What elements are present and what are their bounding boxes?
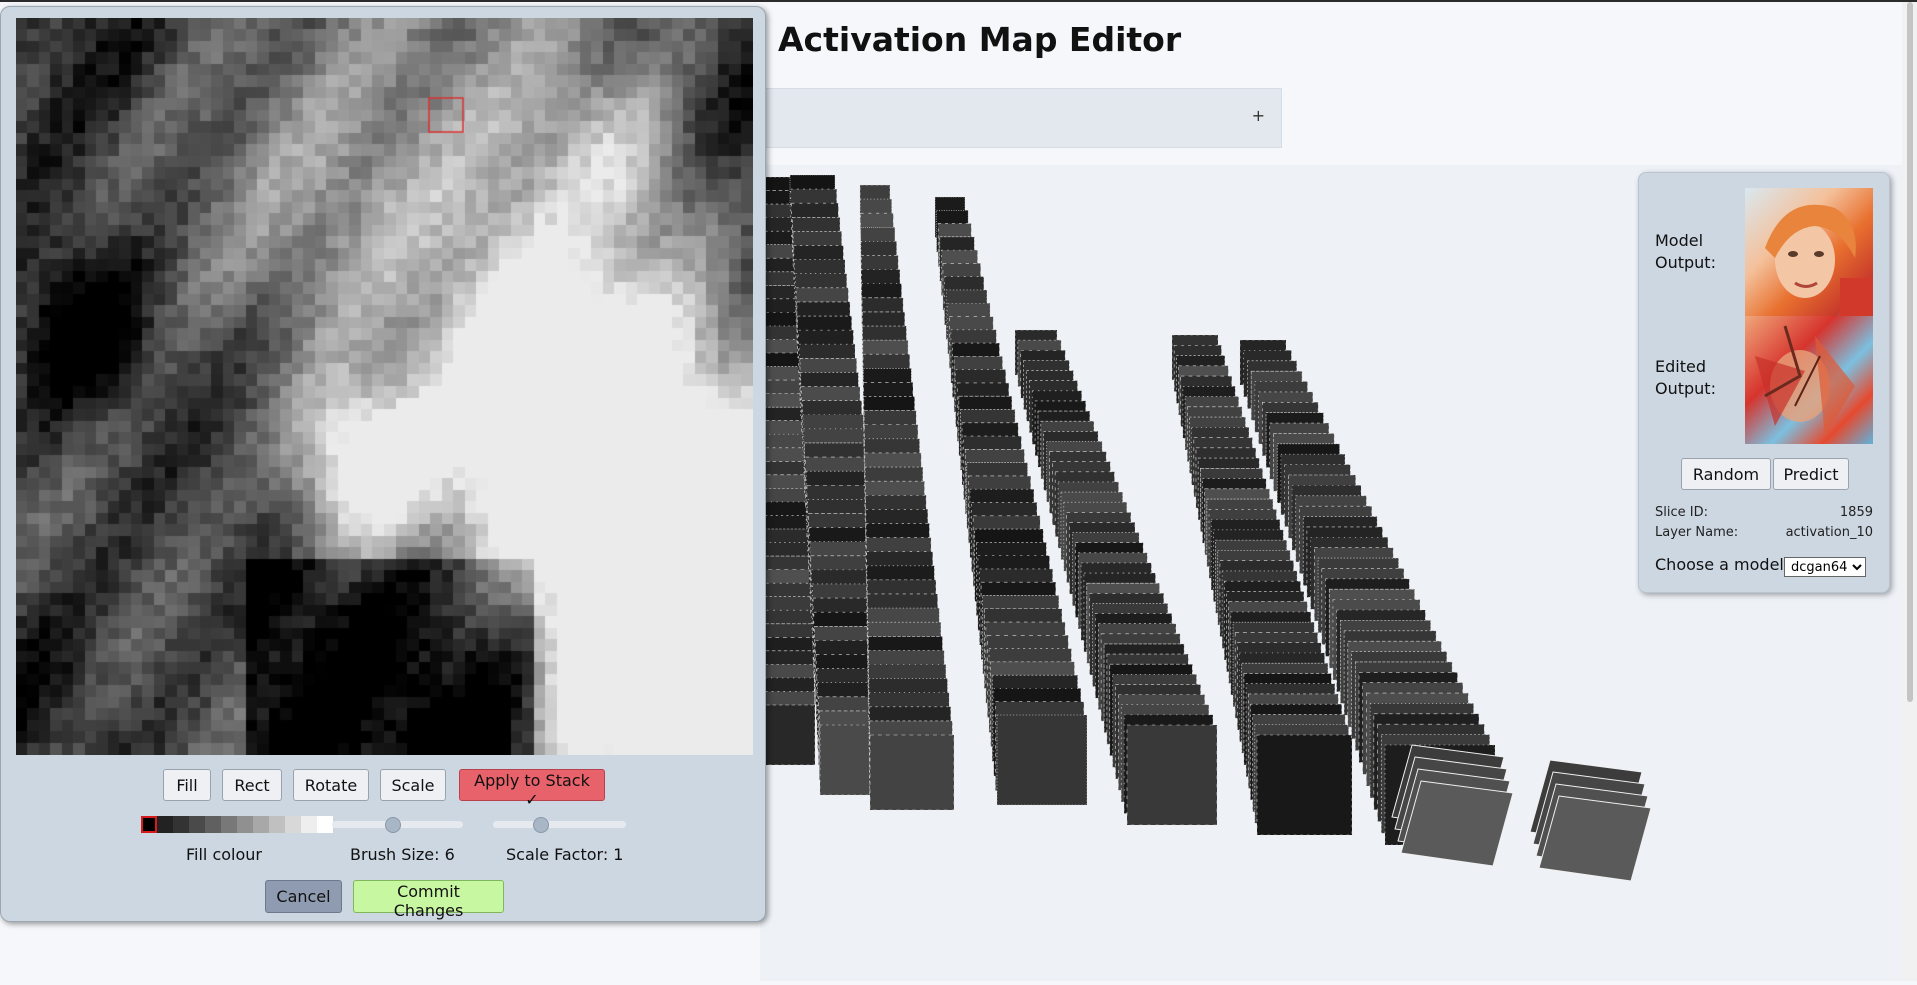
activation-stack-6 (1256, 734, 1353, 836)
slice-id-value: 1859 (1839, 505, 1873, 520)
activation-stack-1 (759, 704, 816, 766)
rotate-tool-button[interactable]: Rotate (293, 769, 369, 801)
top-toolbar: + (760, 88, 1282, 148)
layer-name-row: Layer Name: activation_10 (1655, 525, 1873, 540)
activation-slice-canvas[interactable] (16, 18, 753, 755)
layer-name-value: activation_10 (1785, 525, 1873, 540)
palette-swatch[interactable] (317, 816, 333, 833)
brush-size-knob[interactable] (385, 817, 401, 833)
slice-editor-dialog: Fill Rect Rotate Scale Apply to Stack ✓ … (0, 6, 766, 922)
edited-output-label: Edited Output: (1655, 357, 1716, 398)
scale-factor-slider[interactable] (493, 817, 626, 833)
palette-swatch[interactable] (173, 816, 189, 833)
choose-model-label: Choose a model: (1655, 555, 1790, 574)
palette-swatch[interactable] (285, 816, 301, 833)
slice-id-row: Slice ID: 1859 (1655, 505, 1873, 520)
brush-size-slider[interactable] (332, 817, 463, 833)
activation-stack-4 (996, 714, 1088, 806)
info-panel: Model Output: Edited Output: Random Pred… (1638, 172, 1890, 593)
brush-size-label: Brush Size: 6 (350, 845, 455, 864)
apply-to-stack-button[interactable]: Apply to Stack ✓ (459, 769, 605, 809)
activation-plate-stack-2 (1538, 795, 1652, 882)
edited-output-portrait (1755, 325, 1855, 436)
palette-swatch[interactable] (141, 816, 157, 833)
activation-stack-3 (869, 734, 955, 811)
scale-factor-label: Scale Factor: 1 (506, 845, 624, 864)
edited-output-image (1745, 316, 1873, 444)
window-top-border (0, 0, 1917, 2)
activation-plate-stack-1 (1400, 780, 1514, 867)
model-output-label: Model Output: (1655, 231, 1716, 272)
palette-swatch[interactable] (221, 816, 237, 833)
model-output-image (1745, 188, 1873, 316)
palette-swatch[interactable] (301, 816, 317, 833)
fill-colour-palette[interactable] (141, 816, 333, 833)
palette-swatch[interactable] (189, 816, 205, 833)
rect-tool-button[interactable]: Rect (222, 769, 282, 801)
palette-swatch[interactable] (205, 816, 221, 833)
slice-id-label: Slice ID: (1655, 505, 1708, 520)
predict-button[interactable]: Predict (1773, 458, 1849, 490)
palette-swatch[interactable] (269, 816, 285, 833)
fill-colour-label: Fill colour (186, 845, 262, 864)
palette-swatch[interactable] (237, 816, 253, 833)
page-scrollbar[interactable] (1902, 2, 1917, 981)
commit-changes-button[interactable]: Commit Changes (353, 880, 504, 920)
palette-swatch[interactable] (157, 816, 173, 833)
cancel-button[interactable]: Cancel (265, 880, 342, 913)
layer-name-label: Layer Name: (1655, 525, 1739, 540)
activation-stack-5 (1126, 724, 1218, 826)
model-output-portrait (1765, 204, 1873, 316)
random-button[interactable]: Random (1681, 458, 1771, 490)
model-select[interactable]: dcgan64 (1784, 557, 1866, 577)
palette-swatch[interactable] (253, 816, 269, 833)
plus-icon[interactable]: + (1252, 106, 1265, 125)
scale-tool-button[interactable]: Scale (380, 769, 446, 801)
scrollbar-thumb[interactable] (1907, 2, 1913, 702)
scale-factor-knob[interactable] (533, 817, 549, 833)
fill-tool-button[interactable]: Fill (163, 769, 211, 801)
page-title: Activation Map Editor (778, 20, 1182, 59)
